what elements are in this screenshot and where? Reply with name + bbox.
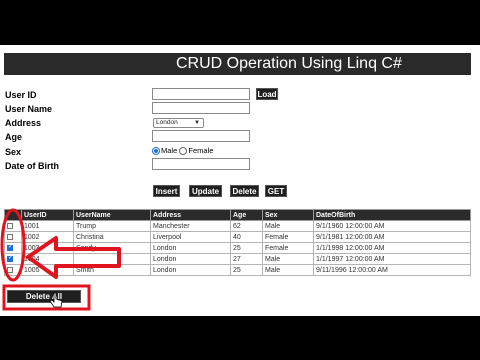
- age-input[interactable]: [152, 130, 250, 142]
- radio-male[interactable]: [152, 147, 160, 156]
- cell-username: Sandy: [73, 242, 151, 254]
- cell-sex: Female: [262, 242, 314, 254]
- user-id-input[interactable]: [152, 88, 250, 100]
- cell-sex: Male: [262, 264, 314, 276]
- cell-sex: Female: [262, 231, 314, 243]
- radio-female[interactable]: [179, 147, 188, 156]
- cell-dob: 9/1/1960 12:00:00 AM: [313, 220, 471, 232]
- cell-dob: 1/1/1998 12:00:00 AM: [313, 242, 471, 254]
- cell-address: London: [150, 242, 231, 254]
- select-column-header: [4, 209, 22, 221]
- cell-address: Manchester: [150, 220, 231, 232]
- cell-username: Trump: [73, 220, 151, 232]
- address-select[interactable]: London ▼: [153, 118, 204, 128]
- cell-userid: 1002: [21, 231, 74, 243]
- cell-address: London: [150, 253, 231, 265]
- column-header-address: Address: [150, 209, 231, 221]
- cell-sex: Male: [262, 253, 314, 265]
- letterbox-top: [0, 0, 480, 45]
- page-title: CRUD Operation Using Linq C#: [176, 55, 402, 72]
- radio-female-label: Female: [188, 146, 214, 155]
- address-label: Address: [5, 118, 42, 128]
- cell-age: 25: [230, 264, 263, 276]
- delete-all-button[interactable]: Delete All: [7, 290, 81, 303]
- column-header-userid: UserID: [21, 209, 74, 221]
- cell-username: Christina: [73, 231, 151, 243]
- title-bar: CRUD Operation Using Linq C#: [4, 53, 471, 75]
- column-header-username: UserName: [73, 209, 151, 221]
- user-name-input[interactable]: [152, 102, 250, 114]
- cell-dob: 9/11/1996 12:00:00 AM: [313, 264, 471, 276]
- cell-userid: 1004: [21, 253, 74, 265]
- user-id-label: User ID: [5, 90, 37, 100]
- row-checkbox[interactable]: [7, 222, 13, 229]
- chevron-down-icon: ▼: [194, 120, 200, 126]
- cell-address: Liverpool: [150, 231, 231, 243]
- cell-userid: 1003: [21, 242, 74, 254]
- sex-radio-group: Male Female: [152, 146, 214, 156]
- table-header-row: UserID UserName Address Age Sex DateOfBi…: [4, 209, 471, 221]
- cell-address: London: [150, 264, 231, 276]
- insert-button[interactable]: Insert: [153, 185, 180, 197]
- table-row: 1004 London 27 Male 1/1/1997 12:00:00 AM: [4, 253, 471, 265]
- row-checkbox[interactable]: [7, 244, 13, 252]
- cell-userid: 1005: [21, 264, 74, 276]
- cell-age: 40: [230, 231, 263, 243]
- cell-age: 27: [230, 253, 263, 265]
- sex-label: Sex: [5, 147, 22, 157]
- cell-dob: 9/1/1981 12:00:00 AM: [313, 231, 471, 243]
- cell-dob: 1/1/1997 12:00:00 AM: [313, 253, 471, 265]
- address-selected-value: London: [156, 119, 178, 126]
- letterbox-bottom: [0, 316, 480, 360]
- load-button[interactable]: Load: [256, 88, 278, 100]
- cell-username: Smith: [73, 264, 151, 276]
- get-button[interactable]: GET: [265, 185, 287, 197]
- row-checkbox[interactable]: [7, 255, 13, 263]
- age-label: Age: [5, 132, 23, 142]
- page: CRUD Operation Using Linq C# User ID Loa…: [0, 0, 480, 360]
- users-table: UserID UserName Address Age Sex DateOfBi…: [4, 209, 471, 276]
- dob-label: Date of Birth: [5, 161, 59, 171]
- dob-input[interactable]: [152, 158, 250, 170]
- table-row: 1003 Sandy London 25 Female 1/1/1998 12:…: [4, 242, 471, 254]
- cell-username: [73, 253, 151, 265]
- update-button[interactable]: Update: [189, 185, 222, 197]
- table-row: 1002 Christina Liverpool 40 Female 9/1/1…: [4, 231, 471, 243]
- cell-age: 25: [230, 242, 263, 254]
- cell-userid: 1001: [21, 220, 74, 232]
- cell-sex: Male: [262, 220, 314, 232]
- table-row: 1001 Trump Manchester 62 Male 9/1/1960 1…: [4, 220, 471, 232]
- user-name-label: User Name: [5, 104, 53, 114]
- cell-age: 62: [230, 220, 263, 232]
- delete-button[interactable]: Delete: [230, 185, 259, 197]
- table-row: 1005 Smith London 25 Male 9/11/1996 12:0…: [4, 264, 471, 276]
- column-header-age: Age: [230, 209, 263, 221]
- column-header-dob: DateOfBirth: [313, 209, 471, 221]
- row-checkbox[interactable]: [7, 266, 13, 273]
- row-checkbox[interactable]: [7, 233, 13, 240]
- column-header-sex: Sex: [262, 209, 314, 221]
- radio-male-label: Male: [161, 146, 178, 155]
